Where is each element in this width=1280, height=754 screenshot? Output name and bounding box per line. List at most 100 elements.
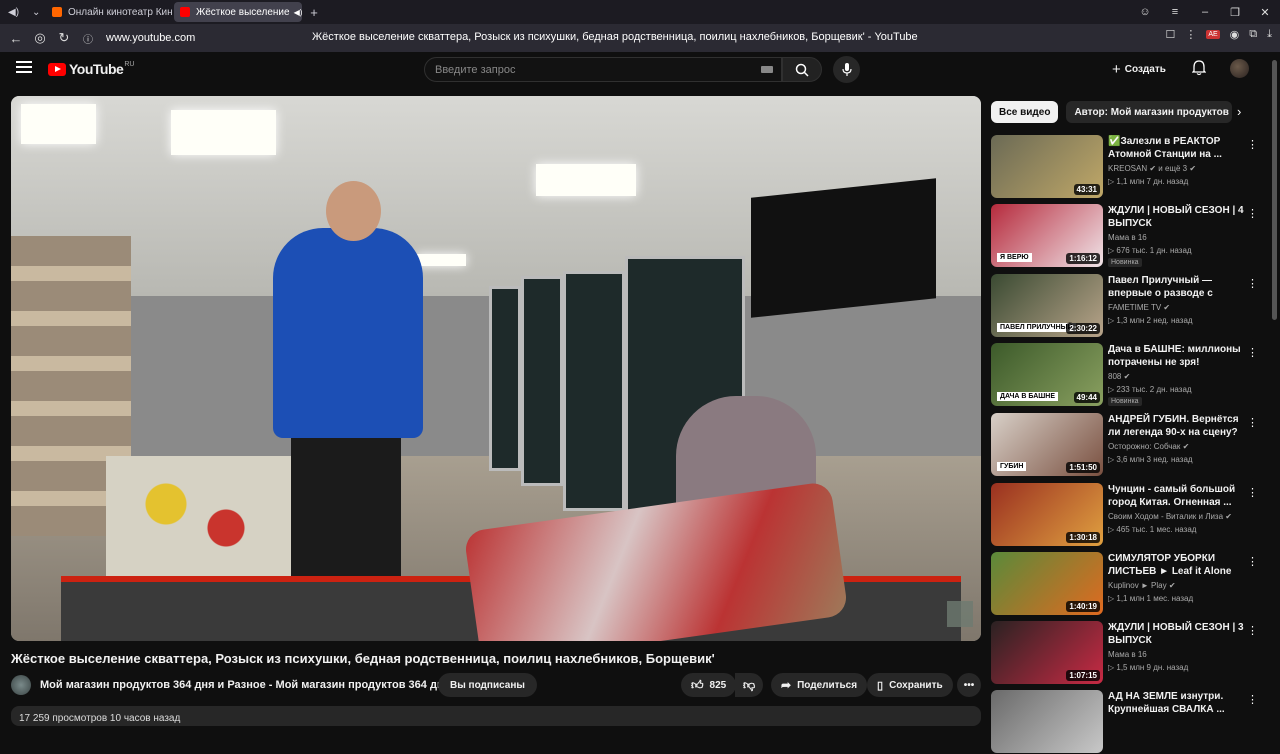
more-vert-icon[interactable]: ⋮ — [1247, 624, 1258, 637]
tab-kinopoisk[interactable]: Онлайн кинотеатр Кинопо — [46, 2, 172, 22]
microphone-icon — [841, 62, 852, 76]
more-icon[interactable]: ⋮ — [1185, 28, 1196, 41]
more-vert-icon[interactable]: ⋮ — [1247, 555, 1258, 568]
video-thumbnail[interactable]: ГУБИН 1:51:50 — [991, 413, 1103, 476]
back-arrow-icon[interactable]: ← — [4, 31, 28, 46]
video-thumbnail[interactable]: 43:31 — [991, 135, 1103, 198]
video-thumbnail[interactable]: 1:30:18 — [991, 483, 1103, 546]
channel-watermark-icon[interactable] — [947, 601, 973, 627]
recommendation-item[interactable]: АД НА ЗЕМЛЕ изнутри. Крупнейшая СВАЛКА .… — [991, 690, 1261, 754]
recommendation-title[interactable]: Павел Прилучный — впервые о разводе с Аг… — [1108, 274, 1244, 301]
more-vert-icon[interactable]: ⋮ — [1247, 416, 1258, 429]
video-frame-person-head — [326, 181, 381, 241]
tab-list-button[interactable]: ⌄ — [26, 2, 44, 22]
media-icon[interactable]: ◉ — [1230, 28, 1240, 41]
maximize-icon[interactable]: ❐ — [1220, 6, 1250, 19]
search-button[interactable] — [782, 57, 822, 82]
video-duration: 1:40:19 — [1066, 601, 1100, 612]
recommendation-item[interactable]: ДАЧА В БАШНЕ 49:44 Дача в БАШНЕ: миллионы … — [991, 343, 1261, 407]
minimize-icon[interactable]: – — [1190, 6, 1220, 18]
recommendation-channel[interactable]: Своим Ходом - Виталик и Лиза ✔ — [1108, 512, 1232, 521]
recommendation-channel[interactable]: 808 ✔ — [1108, 372, 1130, 381]
recommendation-item[interactable]: Я ВЕРЮ 1:16:12 ЖДУЛИ | НОВЫЙ СЕЗОН | 4 ВЫП… — [991, 204, 1261, 268]
tab-menu-button[interactable]: ◀) — [2, 2, 24, 22]
site-info-icon[interactable]: ⓘ — [76, 31, 100, 46]
subscribed-button[interactable]: Вы подписаны — [438, 673, 537, 697]
chip-by-author[interactable]: Автор: Мой магазин продуктов 364 — [1066, 101, 1233, 123]
video-thumbnail[interactable]: Я ВЕРЮ 1:16:12 — [991, 204, 1103, 267]
recommendation-title[interactable]: Чунцин - самый большой город Китая. Огне… — [1108, 483, 1244, 509]
account-avatar[interactable] — [1230, 59, 1249, 78]
video-player[interactable] — [11, 96, 981, 641]
more-vert-icon[interactable]: ⋮ — [1247, 486, 1258, 499]
like-button[interactable]: 👍︎ 825 — [681, 673, 737, 697]
recommendation-title[interactable]: ЖДУЛИ | НОВЫЙ СЕЗОН | 3 ВЫПУСК — [1108, 621, 1244, 647]
recommendation-title[interactable]: АНДРЕЙ ГУБИН. Вернётся ли легенда 90-х н… — [1108, 413, 1244, 439]
keyboard-icon[interactable] — [761, 66, 773, 73]
recommendation-channel[interactable]: Мама в 16 — [1108, 233, 1147, 242]
recommendation-channel[interactable]: FAMETIME TV ✔ — [1108, 303, 1170, 312]
recommendation-item[interactable]: 43:31 ✅Залезли в РЕАКТОР Атомной Станции … — [991, 135, 1261, 199]
tab-youtube[interactable]: Жёсткое выселение ◀) ✕ — [174, 2, 302, 22]
recommendation-item[interactable]: 1:30:18 Чунцин - самый большой город Кита… — [991, 483, 1261, 547]
recommendation-item[interactable]: ГУБИН 1:51:50 АНДРЕЙ ГУБИН. Вернётся ли ле… — [991, 413, 1261, 477]
share-button[interactable]: ➦ Поделиться — [771, 673, 868, 697]
create-button[interactable]: + Создать — [1112, 61, 1166, 78]
collections-icon[interactable]: ⧉ — [1249, 28, 1257, 41]
country-code: RU — [124, 60, 135, 68]
recommendation-title[interactable]: ЖДУЛИ | НОВЫЙ СЕЗОН | 4 ВЫПУСК — [1108, 204, 1244, 230]
youtube-logo[interactable]: YouTube RU — [48, 61, 134, 77]
dislike-button[interactable]: 👎︎ — [735, 673, 764, 697]
video-frame-light — [171, 110, 276, 155]
recommendation-title[interactable]: Дача в БАШНЕ: миллионы потрачены не зря! — [1108, 343, 1244, 369]
recommendation-title[interactable]: АД НА ЗЕМЛЕ изнутри. Крупнейшая СВАЛКА .… — [1108, 690, 1244, 716]
recommendation-item[interactable]: ПАВЕЛ ПРИЛУЧНЫЙ 2:30:22 Павел Прилучный — … — [991, 274, 1261, 338]
voice-search-button[interactable] — [833, 56, 860, 83]
more-vert-icon[interactable]: ⋮ — [1247, 346, 1258, 359]
url-field[interactable]: www.youtube.com — [106, 32, 296, 44]
kinopoisk-favicon-icon — [52, 7, 62, 17]
tab-label: Жёсткое выселение — [196, 6, 290, 18]
chevron-right-icon[interactable]: › — [1237, 104, 1241, 119]
video-thumbnail[interactable]: 1:40:19 — [991, 552, 1103, 615]
extension-icon[interactable]: AE — [1206, 30, 1220, 39]
reload-icon[interactable]: ↻ — [52, 30, 76, 46]
page-scrollbar[interactable] — [1272, 60, 1277, 320]
more-vert-icon[interactable]: ⋮ — [1247, 207, 1258, 220]
download-icon[interactable]: ⤓ — [1267, 28, 1272, 41]
video-thumbnail[interactable] — [991, 690, 1103, 753]
channel-avatar[interactable] — [11, 675, 31, 695]
recommendation-meta: ▷ 1,3 млн 2 нед. назад — [1108, 316, 1193, 325]
protect-icon[interactable]: ◎ — [28, 30, 52, 46]
recommendation-item[interactable]: 1:40:19 СИМУЛЯТОР УБОРКИ ЛИСТЬЕВ ► Leaf i… — [991, 552, 1261, 616]
create-label: Создать — [1124, 64, 1166, 75]
recommendation-channel[interactable]: KREOSAN ✔ и ещё 3 ✔ — [1108, 164, 1196, 173]
recommendation-title[interactable]: СИМУЛЯТОР УБОРКИ ЛИСТЬЕВ ► Leaf it Alone — [1108, 552, 1244, 578]
more-vert-icon[interactable]: ⋮ — [1247, 138, 1258, 151]
hamburger-menu-icon[interactable] — [16, 61, 32, 73]
description-box[interactable]: 17 259 просмотров 10 часов назад — [11, 706, 981, 726]
profile-icon[interactable]: ☺ — [1130, 6, 1160, 18]
menu-icon[interactable]: ≡ — [1160, 6, 1190, 18]
save-button[interactable]: ▯ Сохранить — [867, 673, 953, 697]
chip-all-videos[interactable]: Все видео — [991, 101, 1059, 123]
video-thumbnail[interactable]: ДАЧА В БАШНЕ 49:44 — [991, 343, 1103, 406]
recommendation-title[interactable]: ✅Залезли в РЕАКТОР Атомной Станции на ..… — [1108, 135, 1244, 161]
video-thumbnail[interactable]: ПАВЕЛ ПРИЛУЧНЫЙ 2:30:22 — [991, 274, 1103, 337]
recommendation-channel[interactable]: Осторожно: Собчак ✔ — [1108, 442, 1189, 451]
channel-name[interactable]: Мой магазин продуктов 364 дня и Разное -… — [40, 679, 450, 691]
video-duration: 2:30:22 — [1066, 323, 1100, 334]
close-window-icon[interactable]: ✕ — [1250, 6, 1280, 19]
recommendation-channel[interactable]: Мама в 16 — [1108, 650, 1147, 659]
bookmark-icon[interactable]: ☐ — [1165, 28, 1175, 41]
notifications-button[interactable] — [1191, 60, 1207, 81]
save-label: Сохранить — [889, 679, 943, 691]
more-vert-icon[interactable]: ⋮ — [1247, 277, 1258, 290]
more-actions-button[interactable]: ••• — [957, 673, 981, 697]
video-thumbnail[interactable]: 1:07:15 — [991, 621, 1103, 684]
search-input[interactable] — [425, 58, 745, 82]
recommendation-item[interactable]: 1:07:15 ЖДУЛИ | НОВЫЙ СЕЗОН | 3 ВЫПУСК Мам… — [991, 621, 1261, 685]
recommendation-channel[interactable]: Kuplinov ► Play ✔ — [1108, 581, 1176, 590]
new-tab-button[interactable]: + — [304, 2, 324, 22]
more-vert-icon[interactable]: ⋮ — [1247, 693, 1258, 706]
